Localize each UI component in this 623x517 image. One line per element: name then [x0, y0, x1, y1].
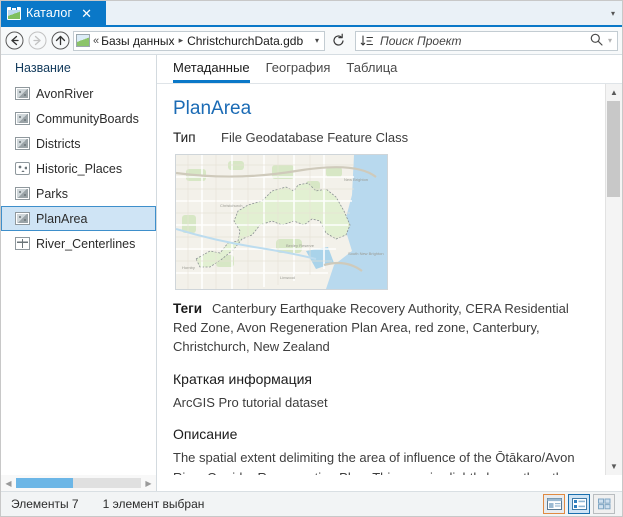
horizontal-scroll-thumb[interactable]: [16, 478, 73, 488]
catalog-window: Каталог ✕ ▾ « Базы данных ▸ Christchurch…: [0, 0, 623, 517]
tree-item-label: Parks: [36, 186, 68, 201]
tab-geography[interactable]: География: [266, 60, 331, 83]
selection-status-label: 1 элемент выбран: [102, 497, 205, 511]
polygon-feature-icon: [15, 87, 30, 100]
tree-item-communityboards[interactable]: CommunityBoards: [1, 106, 156, 131]
search-bar[interactable]: ▾: [355, 30, 618, 51]
breadcrumb-item-gdb[interactable]: ChristchurchData.gdb: [187, 34, 303, 48]
svg-text:Hornby: Hornby: [182, 265, 195, 270]
line-feature-icon: [15, 237, 30, 250]
tree-item-label: AvonRiver: [36, 86, 94, 101]
geodatabase-icon: [76, 34, 90, 47]
details-view-button[interactable]: [543, 494, 565, 514]
map-thumbnail: Christchurch Hornby Linwood New Brighton…: [175, 154, 388, 290]
chevron-down-icon[interactable]: ▾: [604, 1, 622, 25]
tree-item-label: Historic_Places: [36, 161, 123, 176]
catalog-tree-pane: Название AvonRiver CommunityBoards Distr…: [1, 55, 157, 475]
description-label: Описание: [173, 426, 238, 443]
tree-item-parks[interactable]: Parks: [1, 181, 156, 206]
polygon-feature-icon: [15, 112, 30, 125]
tree-item-districts[interactable]: Districts: [1, 131, 156, 156]
summary-label: Краткая информация: [173, 370, 312, 387]
tree-item-river-centerlines[interactable]: River_Centerlines: [1, 231, 156, 256]
content-scroll-wrap: PlanArea Тип File Geodatabase Feature Cl…: [157, 84, 622, 475]
tags-value: Canterbury Earthquake Recovery Authority…: [173, 301, 569, 354]
chevron-down-icon[interactable]: ▾: [315, 36, 321, 45]
horizontal-scroll-track[interactable]: [16, 478, 141, 488]
horizontal-scrollbar[interactable]: ◀ ▶: [1, 475, 157, 491]
type-label: Тип: [173, 130, 196, 145]
up-arrow-icon[interactable]: [50, 30, 71, 51]
polygon-feature-icon: [15, 187, 30, 200]
summary-value: ArcGIS Pro tutorial dataset: [173, 394, 328, 410]
items-count-label: Элементы 7: [11, 497, 79, 511]
vertical-scrollbar[interactable]: ▲ ▼: [605, 84, 622, 475]
tree-item-label: CommunityBoards: [36, 111, 139, 126]
scroll-up-icon[interactable]: ▲: [606, 84, 622, 101]
svg-text:Christchurch: Christchurch: [220, 203, 242, 208]
svg-text:South New Brighton: South New Brighton: [348, 251, 384, 256]
polygon-feature-icon: [15, 212, 30, 225]
tab-table[interactable]: Таблица: [346, 60, 397, 83]
breadcrumb-separator-icon: ▸: [178, 35, 184, 45]
vertical-scroll-thumb[interactable]: [607, 101, 620, 197]
content-pane: Метаданные География Таблица PlanArea Ти…: [157, 55, 622, 475]
tab-catalog-label: Каталог: [26, 6, 73, 20]
horizontal-scroll-filler: [157, 475, 622, 491]
content-tab-strip: Метаданные География Таблица: [157, 55, 622, 84]
breadcrumb-item-databases[interactable]: Базы данных: [101, 34, 174, 48]
vertical-scroll-track[interactable]: [606, 101, 622, 458]
tile-view-button[interactable]: [593, 494, 615, 514]
tab-bar-empty-area: [106, 1, 604, 25]
search-icon[interactable]: [589, 32, 604, 50]
type-row: Тип File Geodatabase Feature Class: [173, 130, 589, 145]
tree-item-planarea[interactable]: PlanArea: [1, 206, 156, 231]
tree-item-avonriver[interactable]: AvonRiver: [1, 81, 156, 106]
svg-text:Linwood: Linwood: [280, 275, 295, 280]
close-icon[interactable]: ✕: [81, 7, 92, 20]
metadata-panel: PlanArea Тип File Geodatabase Feature Cl…: [157, 84, 605, 475]
scroll-right-icon[interactable]: ▶: [141, 479, 156, 488]
status-bar: Элементы 7 1 элемент выбран: [1, 491, 622, 516]
tree-item-label: Districts: [36, 136, 81, 151]
forward-arrow-icon: [27, 30, 48, 51]
description-value: The spatial extent delimiting the area o…: [173, 450, 575, 475]
svg-text:New Brighton: New Brighton: [344, 177, 368, 182]
navigation-toolbar: « Базы данных ▸ ChristchurchData.gdb ▾ П…: [1, 27, 622, 55]
tree-item-label: River_Centerlines: [36, 236, 136, 251]
tree-column-header: Название: [15, 61, 71, 75]
breadcrumb-overflow[interactable]: «: [93, 35, 99, 47]
back-arrow-icon[interactable]: [4, 30, 25, 51]
tags-label: Теги: [173, 301, 203, 316]
document-tab-bar: Каталог ✕ ▾: [1, 1, 622, 27]
tab-metadata[interactable]: Метаданные: [173, 60, 250, 83]
horizontal-scroll-row: ◀ ▶: [1, 475, 622, 491]
view-mode-buttons: [543, 494, 618, 514]
breadcrumb[interactable]: « Базы данных ▸ ChristchurchData.gdb ▾: [73, 30, 325, 51]
tree-item-label: PlanArea: [36, 211, 88, 226]
catalog-icon: [7, 6, 21, 20]
sort-icon[interactable]: [358, 34, 375, 48]
list-view-button[interactable]: [568, 494, 590, 514]
svg-text:Bexley Reserve: Bexley Reserve: [286, 243, 315, 248]
chevron-down-icon[interactable]: ▾: [607, 36, 615, 45]
tags-row: Теги Canterbury Earthquake Recovery Autho…: [173, 300, 589, 357]
tab-catalog[interactable]: Каталог ✕: [1, 1, 106, 25]
search-input[interactable]: [378, 33, 586, 48]
main-split: Название AvonRiver CommunityBoards Distr…: [1, 55, 622, 475]
scroll-down-icon[interactable]: ▼: [606, 458, 622, 475]
refresh-icon[interactable]: [327, 30, 349, 52]
tree-item-historic-places[interactable]: Historic_Places: [1, 156, 156, 181]
scroll-left-icon[interactable]: ◀: [1, 479, 16, 488]
type-value: File Geodatabase Feature Class: [221, 130, 409, 145]
point-feature-icon: [15, 162, 30, 175]
page-title: PlanArea: [173, 98, 252, 119]
polygon-feature-icon: [15, 137, 30, 150]
tree-list: AvonRiver CommunityBoards Districts Hist…: [1, 80, 156, 475]
